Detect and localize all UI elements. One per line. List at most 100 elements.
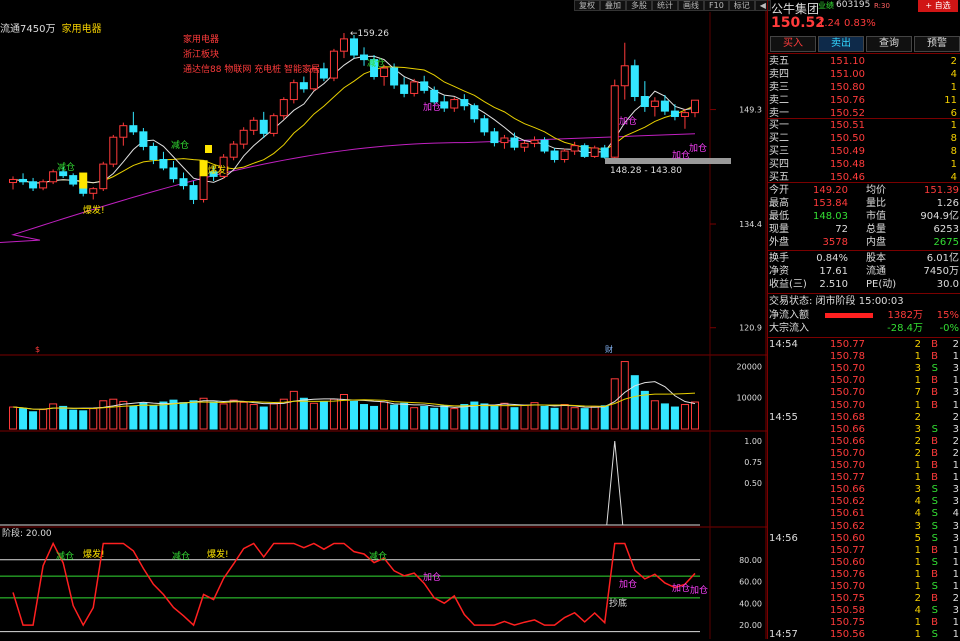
range-bar	[605, 158, 731, 164]
tick-side: S	[931, 520, 938, 532]
signal-marker	[205, 145, 212, 153]
tick-row: 150.77 1 B 1	[768, 472, 960, 484]
divider	[768, 250, 960, 251]
toolbar-button-diejia[interactable]: 叠加	[600, 0, 626, 11]
block-inflow-pct: -0%	[939, 323, 959, 334]
ask-volume: 11	[944, 95, 957, 106]
bid-price: 150.51	[830, 120, 865, 131]
baofa-signal: 爆发!	[207, 548, 229, 560]
volume-bar	[249, 404, 258, 430]
tick-volume: 1	[914, 375, 921, 387]
buy-button[interactable]: 买入	[770, 36, 816, 52]
stat-label: 最低	[769, 211, 789, 222]
toolbar-button-fuquan[interactable]: 复权	[574, 0, 600, 11]
stats-row: 收益(三) 2.510 PE(动) 30.0	[768, 278, 960, 291]
tick-row: 150.66 3 S 3	[768, 424, 960, 436]
last-price: 150.52	[771, 15, 826, 31]
volume-bar	[189, 400, 198, 430]
stat-label: 收益(三)	[769, 279, 807, 290]
query-button[interactable]: 查询	[866, 36, 912, 52]
volume-bar	[119, 400, 128, 430]
jiancang-signal: 减仓	[367, 57, 385, 69]
bid-label: 买一	[769, 120, 789, 131]
stat-label: PE(动)	[866, 279, 897, 290]
tick-volume: 3	[914, 484, 921, 496]
ask-price: 151.10	[830, 56, 865, 67]
stock-code: 603195	[836, 0, 871, 10]
toolbar-button-huaxian[interactable]: 画线	[678, 0, 704, 11]
volume-bar	[520, 404, 529, 430]
candle-up	[590, 147, 599, 157]
ask-row: 卖五 151.10 2	[768, 55, 960, 68]
tick-volume: 1	[914, 472, 921, 484]
volume-bar	[149, 404, 158, 430]
volume-bar	[480, 403, 489, 430]
tick-count: 1	[952, 460, 959, 471]
tick-count: 1	[952, 568, 959, 580]
volume-bar	[400, 402, 409, 430]
alert-button[interactable]: 预警	[914, 36, 960, 52]
volume-bar	[159, 401, 168, 430]
candle-down	[600, 147, 609, 158]
candle-up	[89, 188, 98, 194]
stat-label: 内盘	[866, 237, 886, 248]
tick-volume: 1	[914, 351, 921, 363]
candle-up	[99, 163, 108, 190]
toolbar-button-biaoji[interactable]: 标记	[728, 0, 755, 11]
stage-axis-label: 20.00	[739, 621, 762, 630]
tick-count: 3	[952, 484, 959, 496]
tick-row: 150.70 1 B 1	[768, 460, 960, 472]
candle-up	[239, 129, 248, 145]
bid-row: 买一 150.51 1	[768, 119, 960, 132]
ask-price: 151.00	[830, 69, 865, 80]
volume-bar	[269, 403, 278, 430]
candle-down	[430, 89, 439, 103]
stage-axis-label: 40.00	[739, 599, 762, 608]
tick-count: 2	[952, 339, 959, 350]
tick-volume: 3	[914, 520, 921, 532]
candle-up	[680, 112, 689, 117]
stat-value: 2675	[933, 237, 959, 248]
ask-label: 卖五	[769, 56, 789, 67]
tick-price: 150.77	[830, 339, 865, 350]
kline-chart[interactable]: 149.3134.4120.9←159.26148.28 - 143.80减仓减…	[0, 0, 767, 639]
add-watchlist-button[interactable]: + 自选	[918, 0, 958, 12]
ask-volume: 1	[950, 82, 957, 93]
block-inflow-row: 大宗流入 -28.4万 -0%	[768, 322, 960, 335]
volume-bar	[79, 410, 88, 430]
tick-side: S	[931, 508, 938, 520]
stat-label: 换手	[769, 253, 789, 264]
volume-bar	[39, 409, 48, 430]
tick-count: 2	[952, 411, 959, 423]
volume-bar	[139, 402, 148, 430]
tick-volume: 2	[914, 411, 921, 423]
volume-bar	[209, 401, 218, 430]
net-inflow-pct: 15%	[936, 310, 959, 321]
tick-volume: 4	[914, 605, 921, 617]
tick-count: 2	[952, 435, 959, 447]
jiacang-signal: 加仓	[672, 582, 690, 594]
volume-bar	[109, 398, 118, 430]
sell-button[interactable]: 卖出	[818, 36, 864, 52]
toolbar-button-f10[interactable]: F10	[704, 0, 729, 11]
baofa-signal: 爆发!	[83, 548, 105, 560]
tick-row: 150.70 1 S 1	[768, 581, 960, 593]
volume-bar	[69, 409, 78, 430]
tick-side: S	[931, 581, 938, 592]
block-inflow-label: 大宗流入	[769, 323, 809, 334]
price-change-pct: 0.83%	[844, 18, 876, 29]
tick-volume: 1	[914, 399, 921, 411]
volume-bar	[690, 401, 699, 430]
tick-count: 4	[952, 508, 959, 520]
volume-bar	[490, 405, 499, 430]
tick-side: S	[931, 556, 938, 568]
volume-bar	[670, 406, 679, 430]
toolbar-button-duogu[interactable]: 多股	[626, 0, 652, 11]
stat-value: 72	[835, 224, 848, 235]
price-axis-label: 134.4	[739, 220, 762, 229]
float-shares-text: 流通7450万	[0, 24, 56, 35]
ask-row: 卖二 150.76 11	[768, 94, 960, 107]
candle-up	[560, 150, 569, 160]
toolbar-button-tongji[interactable]: 统计	[652, 0, 678, 11]
candle-down	[349, 38, 359, 56]
